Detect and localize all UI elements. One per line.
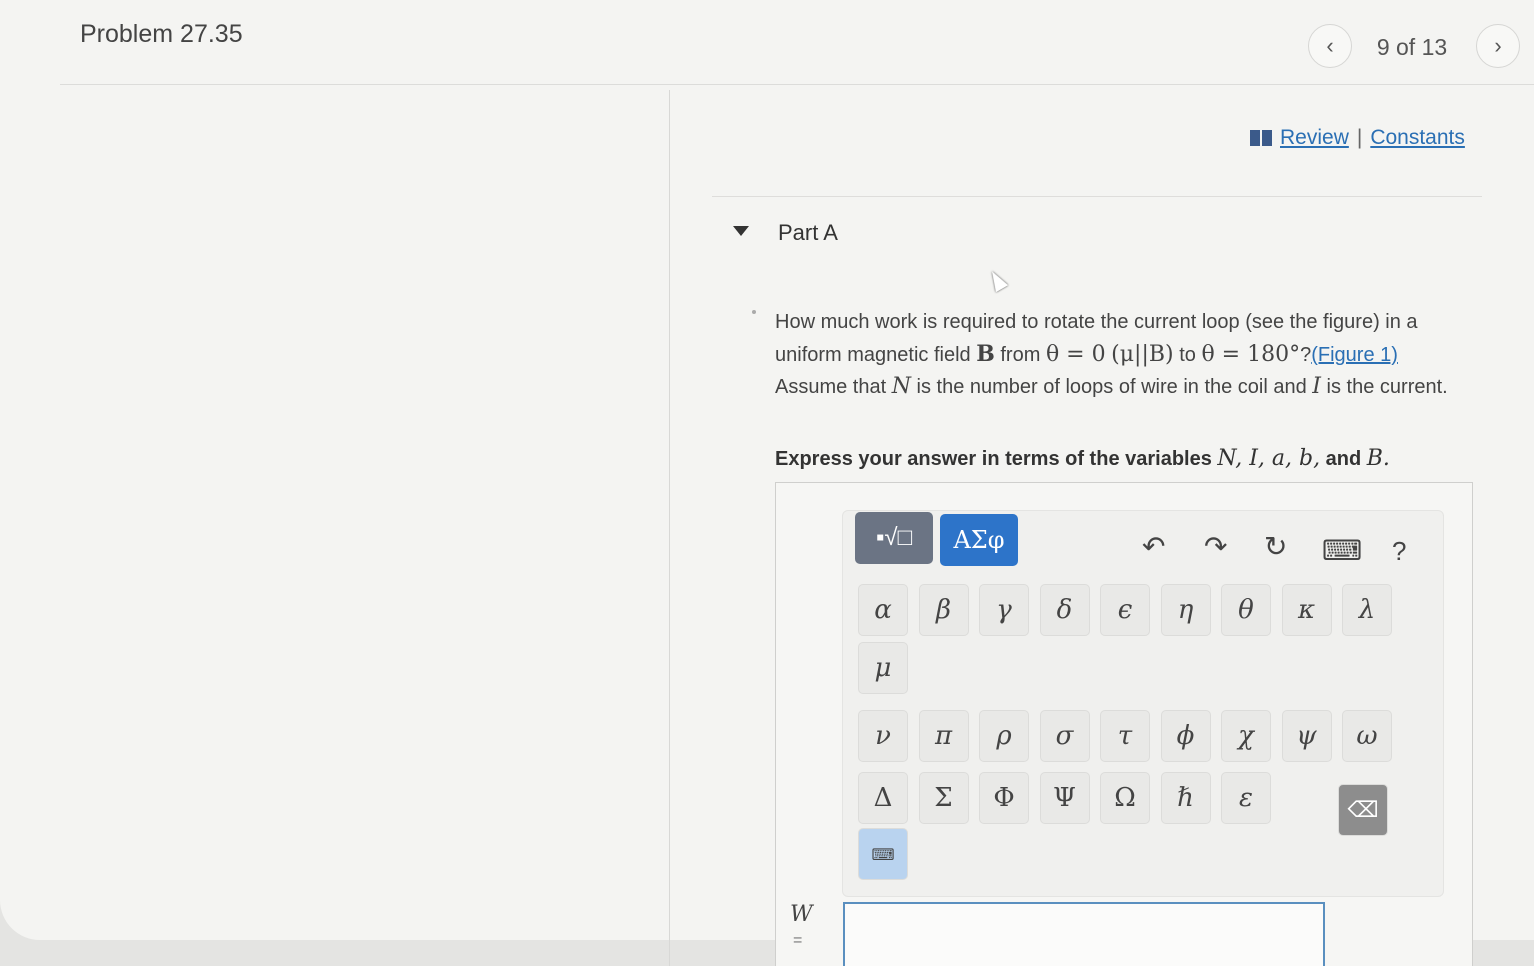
theta-start: θ = 0 [1045,342,1106,367]
chevron-right-icon: › [1494,33,1502,58]
key-varepsilon[interactable]: ε [1221,772,1271,824]
answer-equals-sign: = [793,932,803,949]
review-link[interactable]: Review [1280,126,1349,150]
figure-link[interactable]: (Figure 1) [1311,344,1398,366]
key-pi[interactable]: π [918,710,969,762]
redo-icon[interactable]: ↷ [1204,530,1227,563]
express-and: and [1320,448,1367,470]
key-epsilon[interactable]: ϵ [1100,584,1150,636]
key-lambda[interactable]: λ [1342,584,1392,636]
collapse-triangle-icon[interactable] [733,226,749,236]
key-sigma[interactable]: σ [1039,710,1090,762]
key-rho[interactable]: ρ [979,710,1029,762]
key-beta[interactable]: β [918,584,969,636]
question-part-2: from [994,344,1046,366]
question-mark: ? [1300,344,1312,366]
help-icon[interactable]: ? [1392,536,1406,567]
bullet [752,310,756,314]
keyboard-toggle-button[interactable]: ⌨ [858,828,908,880]
key-mu[interactable]: μ [858,642,908,694]
next-button[interactable]: › [1476,24,1520,68]
chevron-left-icon: ‹ [1326,33,1334,58]
greek-symbols-button[interactable]: ΑΣφ [940,514,1018,566]
problem-title: Problem 27.35 [80,20,243,48]
templates-button[interactable]: ▪√□ [855,512,933,564]
question-part-7: is the current. [1321,376,1448,398]
key-kappa[interactable]: κ [1281,584,1332,636]
section-divider [712,196,1482,197]
reset-icon[interactable]: ↻ [1264,530,1287,563]
key-cap-phi[interactable]: Φ [979,772,1029,824]
key-alpha[interactable]: α [858,584,908,636]
key-theta[interactable]: θ [1221,584,1271,636]
column-divider [669,90,670,966]
key-gamma[interactable]: γ [979,584,1029,636]
key-phi[interactable]: ϕ [1160,710,1211,762]
book-icon [1250,130,1272,146]
theta-end: θ = 180° [1201,342,1301,367]
symbol-palette [842,510,1444,897]
answer-input[interactable] [843,902,1325,966]
key-delta[interactable]: δ [1039,584,1090,636]
constants-link[interactable]: Constants [1370,126,1465,150]
express-last-var: B. [1366,446,1390,471]
key-hbar[interactable]: ℏ [1160,772,1211,824]
part-title: Part A [778,220,838,245]
key-omega[interactable]: ω [1342,710,1392,762]
previous-button[interactable]: ‹ [1308,24,1352,68]
key-tau[interactable]: τ [1100,710,1150,762]
var-i: I [1312,374,1321,399]
field-symbol: B [976,341,995,367]
express-vars: N, I, a, b, [1217,446,1321,471]
key-chi[interactable]: χ [1221,710,1271,762]
page-count: 9 of 13 [1376,34,1448,60]
question-part-5: Assume that [775,376,892,398]
answer-instructions: Express your answer in terms of the vari… [775,446,1390,471]
backspace-button[interactable]: ⌫ [1338,784,1388,836]
key-cap-psi[interactable]: Ψ [1039,772,1090,824]
question-text: How much work is required to rotate the … [775,306,1465,403]
resource-links: Review | Constants [1250,126,1465,150]
key-cap-sigma[interactable]: Σ [918,772,969,824]
key-cap-delta[interactable]: Δ [858,772,908,824]
key-eta[interactable]: η [1160,584,1211,636]
answer-variable-label: W [790,902,813,927]
link-separator: | [1356,126,1363,149]
question-part-6: is the number of loops of wire in the co… [910,376,1313,398]
key-nu[interactable]: ν [858,710,908,762]
express-prefix: Express your answer in terms of the vari… [775,448,1218,470]
header-divider [60,84,1534,85]
key-psi[interactable]: ψ [1281,710,1332,762]
keyboard-icon[interactable]: ⌨ [1322,534,1362,567]
question-part-3: to [1173,344,1202,366]
undo-icon[interactable]: ↶ [1142,530,1165,563]
alignment-expression: (μ||B) [1111,342,1174,367]
key-cap-omega[interactable]: Ω [1100,772,1150,824]
var-n: N [891,374,911,399]
